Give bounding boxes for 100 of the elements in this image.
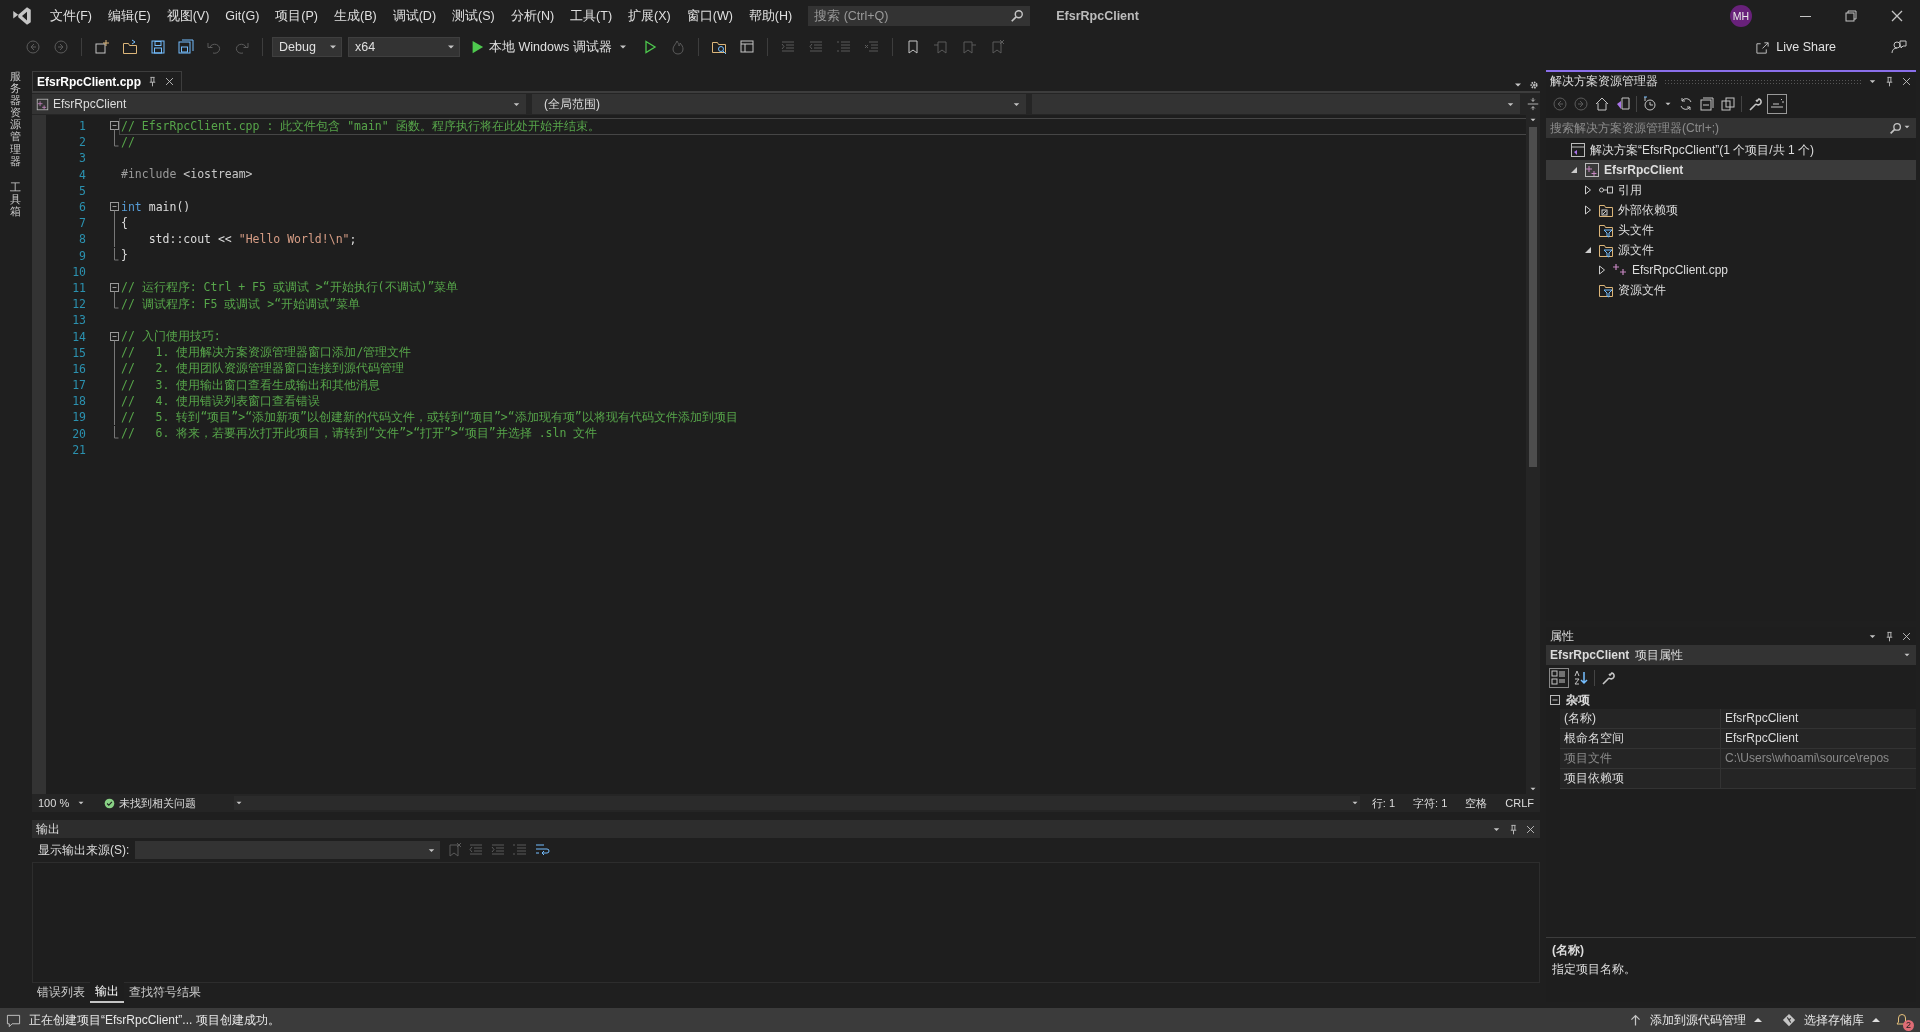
indent-icon: [779, 39, 796, 55]
fold-toggle-icon[interactable]: [109, 199, 119, 216]
live-share-button[interactable]: Live Share: [1749, 37, 1842, 57]
line-number: 12: [71, 297, 87, 312]
zoom-dropdown[interactable]: 100 %: [32, 797, 92, 809]
panel-tab[interactable]: 输出: [90, 982, 124, 1003]
configuration-dropdown[interactable]: Debug: [272, 37, 342, 57]
repository-button[interactable]: 选择存储库: [1776, 1011, 1886, 1029]
side-tab[interactable]: 工具箱: [9, 180, 21, 218]
search-field[interactable]: 搜索 (Ctrl+Q): [808, 6, 1031, 26]
scope-dropdown[interactable]: (全局范围): [532, 94, 1026, 114]
next-message-icon: [490, 842, 507, 858]
menu-item[interactable]: 工具(T): [562, 3, 621, 29]
property-name[interactable]: 根命名空间: [1560, 729, 1720, 749]
line-number: 10: [71, 264, 87, 279]
fold-toggle-icon[interactable]: [109, 118, 119, 135]
previous-message-icon: [468, 842, 485, 858]
property-value[interactable]: EfsrRpcClient: [1720, 729, 1916, 749]
tree-item[interactable]: 资源文件: [1546, 280, 1916, 300]
source-control-button[interactable]: 添加到源代码管理: [1623, 1011, 1768, 1029]
property-name[interactable]: 项目依赖项: [1560, 769, 1720, 789]
tree-item[interactable]: EfsrRpcClient: [1546, 160, 1916, 180]
collapsed-arrow-icon[interactable]: [1584, 205, 1592, 215]
code-line: // 调试程序: F5 或调试 >“开始调试”菜单: [120, 296, 361, 312]
file-tab[interactable]: EfsrRpcClient.cpp: [32, 71, 182, 91]
home-icon[interactable]: [1594, 96, 1610, 112]
code-line: // 4. 使用错误列表窗口查看错误: [120, 393, 321, 409]
platform-dropdown[interactable]: x64: [348, 37, 460, 57]
line-number: 20: [71, 426, 87, 441]
pin-icon: [1508, 823, 1519, 835]
menu-item[interactable]: 窗口(W): [678, 3, 741, 29]
line-indicator[interactable]: 行: 1: [1365, 795, 1402, 811]
tree-item[interactable]: 源文件: [1546, 240, 1916, 260]
wrench-icon[interactable]: [1747, 96, 1763, 112]
code-line: }: [120, 248, 128, 264]
panel-tab[interactable]: 查找符号结果: [124, 983, 206, 1002]
menu-item[interactable]: 帮助(H): [740, 3, 801, 29]
filter-folder-icon: [1598, 222, 1614, 238]
search-icon: [1010, 9, 1025, 23]
expanded-arrow-icon[interactable]: [1570, 166, 1578, 174]
whitespace-indicator[interactable]: 空格: [1459, 795, 1494, 811]
feedback-icon: [1891, 39, 1907, 55]
copy-icon[interactable]: [1720, 96, 1736, 112]
line-number: 3: [78, 151, 87, 166]
cpp-file-icon: [1612, 262, 1628, 278]
line-ending-indicator[interactable]: CRLF: [1499, 797, 1540, 809]
code-line: #include <iostream>: [120, 167, 253, 183]
menu-item[interactable]: 调试(D): [384, 3, 445, 29]
word-wrap-icon[interactable]: [534, 842, 551, 858]
categorized-button[interactable]: [1550, 669, 1568, 687]
tree-item[interactable]: 头文件: [1546, 220, 1916, 240]
back-icon: [25, 39, 41, 55]
side-tab[interactable]: 服务器资源管理器: [9, 70, 21, 167]
collapse-all-icon[interactable]: [1699, 96, 1715, 112]
code-line: int main(): [120, 199, 191, 215]
split-icon: [1526, 97, 1540, 111]
menu-item[interactable]: 生成(B): [326, 3, 385, 29]
search-field[interactable]: 搜索解决方案资源管理器(Ctrl+;): [1546, 118, 1916, 138]
user-avatar[interactable]: MH: [1730, 5, 1752, 27]
code-line: std::cout << "Hello World!\n";: [147, 231, 357, 247]
restore-icon: [1843, 8, 1859, 24]
property-name[interactable]: (名称): [1560, 709, 1720, 729]
history-icon[interactable]: [1642, 96, 1658, 112]
project-icon: [1584, 162, 1600, 178]
issues-indicator[interactable]: 未找到相关问题: [98, 795, 202, 811]
collapsed-arrow-icon[interactable]: [1584, 185, 1592, 195]
notifications-button[interactable]: 2: [1894, 1012, 1910, 1028]
panel-tab[interactable]: 错误列表: [32, 983, 90, 1002]
expanded-arrow-icon[interactable]: [1584, 246, 1592, 254]
menu-item[interactable]: 编辑(E): [99, 3, 159, 29]
menu-item[interactable]: 扩展(X): [620, 3, 679, 29]
close-icon: [164, 76, 175, 87]
menu-item[interactable]: 项目(P): [267, 3, 326, 29]
tree-item[interactable]: 外部依赖项: [1546, 200, 1916, 220]
categorized-icon: [1551, 670, 1567, 686]
collapsed-arrow-icon[interactable]: [1598, 265, 1606, 275]
sort-alphabetical-icon[interactable]: [1573, 670, 1589, 686]
outdent-icon: [807, 39, 824, 55]
collapse-toggle-icon[interactable]: [1550, 695, 1560, 705]
menu-item[interactable]: 视图(V): [158, 3, 218, 29]
arrow-up-icon: [1629, 1013, 1642, 1027]
menu-item[interactable]: 测试(S): [444, 3, 503, 29]
menu-item[interactable]: Git(G): [217, 5, 268, 27]
refresh-icon[interactable]: [1678, 96, 1694, 112]
tree-item[interactable]: EfsrRpcClient.cpp: [1546, 260, 1916, 280]
property-pages-icon[interactable]: [1600, 670, 1616, 686]
menu-item[interactable]: 分析(N): [502, 3, 563, 29]
start-debugging-button[interactable]: 本地 Windows 调试器: [466, 36, 633, 58]
property-value[interactable]: EfsrRpcClient: [1720, 709, 1916, 729]
solution-view-icon[interactable]: [1615, 96, 1631, 112]
menu-item[interactable]: 文件(F): [42, 3, 100, 29]
object-selector[interactable]: EfsrRpcClient 项目属性: [1546, 645, 1916, 665]
tree-item[interactable]: 引用: [1546, 180, 1916, 200]
line-number: 9: [78, 248, 87, 263]
line-number: 4: [78, 167, 87, 182]
preview-button[interactable]: [1768, 95, 1786, 113]
project-dropdown[interactable]: EfsrRpcClient: [32, 94, 526, 114]
horizontal-scrollbar[interactable]: [234, 796, 1360, 810]
column-indicator[interactable]: 字符: 1: [1407, 795, 1454, 811]
tree-item[interactable]: 解决方案“EfsrRpcClient”(1 个项目/共 1 个): [1546, 140, 1916, 160]
